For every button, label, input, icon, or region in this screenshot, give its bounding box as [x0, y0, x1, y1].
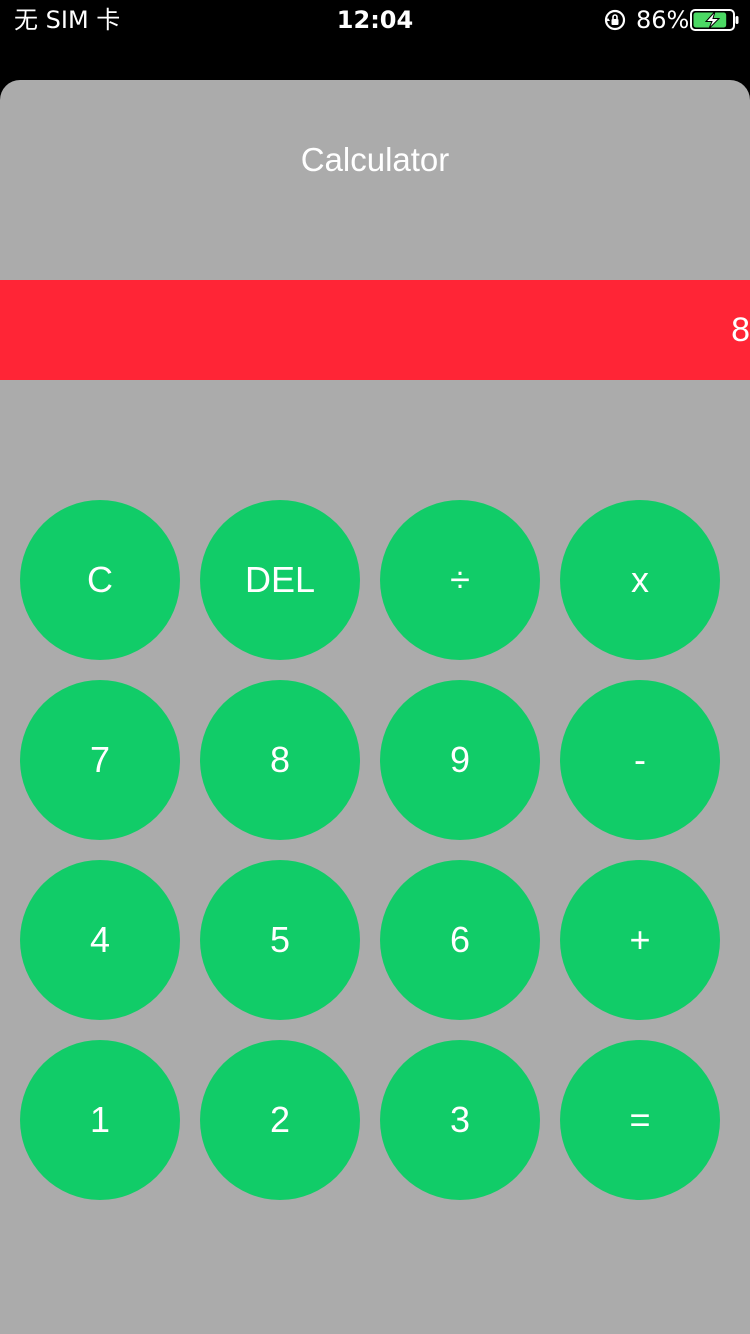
digit-7-button[interactable]: 7 [20, 680, 180, 840]
divide-button[interactable]: ÷ [380, 500, 540, 660]
digit-2-button[interactable]: 2 [200, 1040, 360, 1200]
equals-button[interactable]: = [560, 1040, 720, 1200]
calculator-sheet: Calculator 8 C DEL ÷ x 7 8 9 - 4 5 6 + 1… [0, 80, 750, 1334]
digit-8-button[interactable]: 8 [200, 680, 360, 840]
status-bar: 无 SIM 卡 12:04 86% [0, 0, 750, 40]
minus-button[interactable]: - [560, 680, 720, 840]
digit-5-button[interactable]: 5 [200, 860, 360, 1020]
digit-4-button[interactable]: 4 [20, 860, 180, 1020]
display-value: 8 [731, 311, 750, 349]
clear-button[interactable]: C [20, 500, 180, 660]
digit-3-button[interactable]: 3 [380, 1040, 540, 1200]
multiply-button[interactable]: x [560, 500, 720, 660]
digit-1-button[interactable]: 1 [20, 1040, 180, 1200]
digit-6-button[interactable]: 6 [380, 860, 540, 1020]
delete-button[interactable]: DEL [200, 500, 360, 660]
battery-percent: 86% [636, 6, 690, 34]
digit-9-button[interactable]: 9 [380, 680, 540, 840]
result-display: 8 [0, 280, 750, 380]
page-title: Calculator [300, 141, 450, 178]
orientation-lock-icon [604, 9, 626, 31]
keypad: C DEL ÷ x 7 8 9 - 4 5 6 + 1 2 3 = [20, 500, 720, 1200]
battery-charging-icon [690, 9, 740, 31]
plus-button[interactable]: + [560, 860, 720, 1020]
